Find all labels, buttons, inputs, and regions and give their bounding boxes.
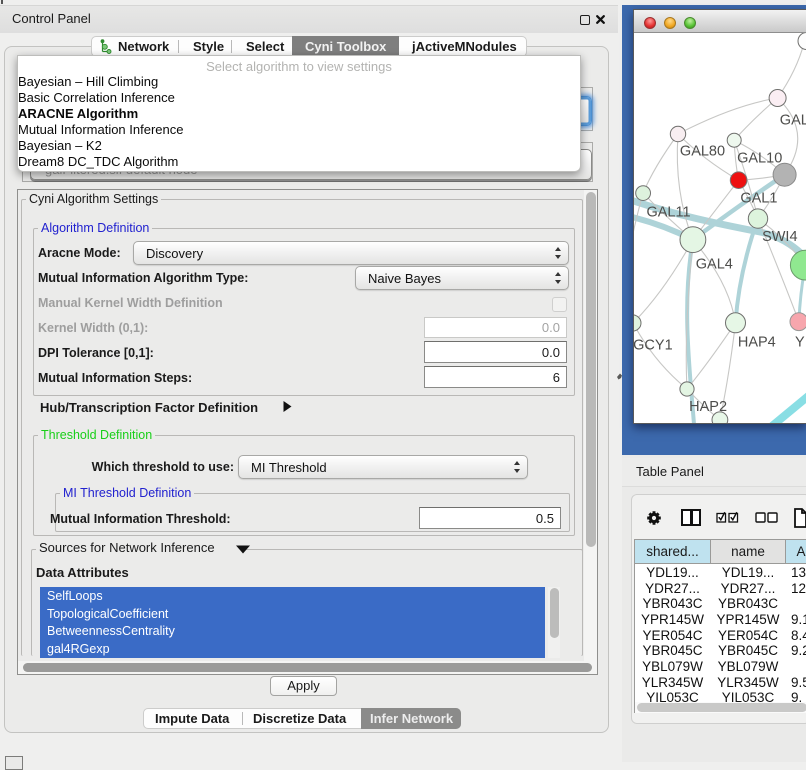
svg-text:HAP2: HAP2: [689, 399, 727, 415]
svg-text:GCY1: GCY1: [634, 338, 673, 354]
svg-text:SWI4: SWI4: [762, 229, 797, 245]
svg-text:GAL1: GAL1: [740, 190, 777, 206]
svg-text:Y: Y: [795, 334, 805, 350]
svg-text:GAL11: GAL11: [646, 204, 690, 220]
svg-text:HAP4: HAP4: [738, 335, 776, 351]
svg-text:GAL80: GAL80: [680, 143, 725, 159]
svg-text:GAL10: GAL10: [737, 150, 782, 166]
svg-text:GAL2: GAL2: [780, 113, 806, 129]
svg-text:GAL4: GAL4: [696, 256, 733, 272]
